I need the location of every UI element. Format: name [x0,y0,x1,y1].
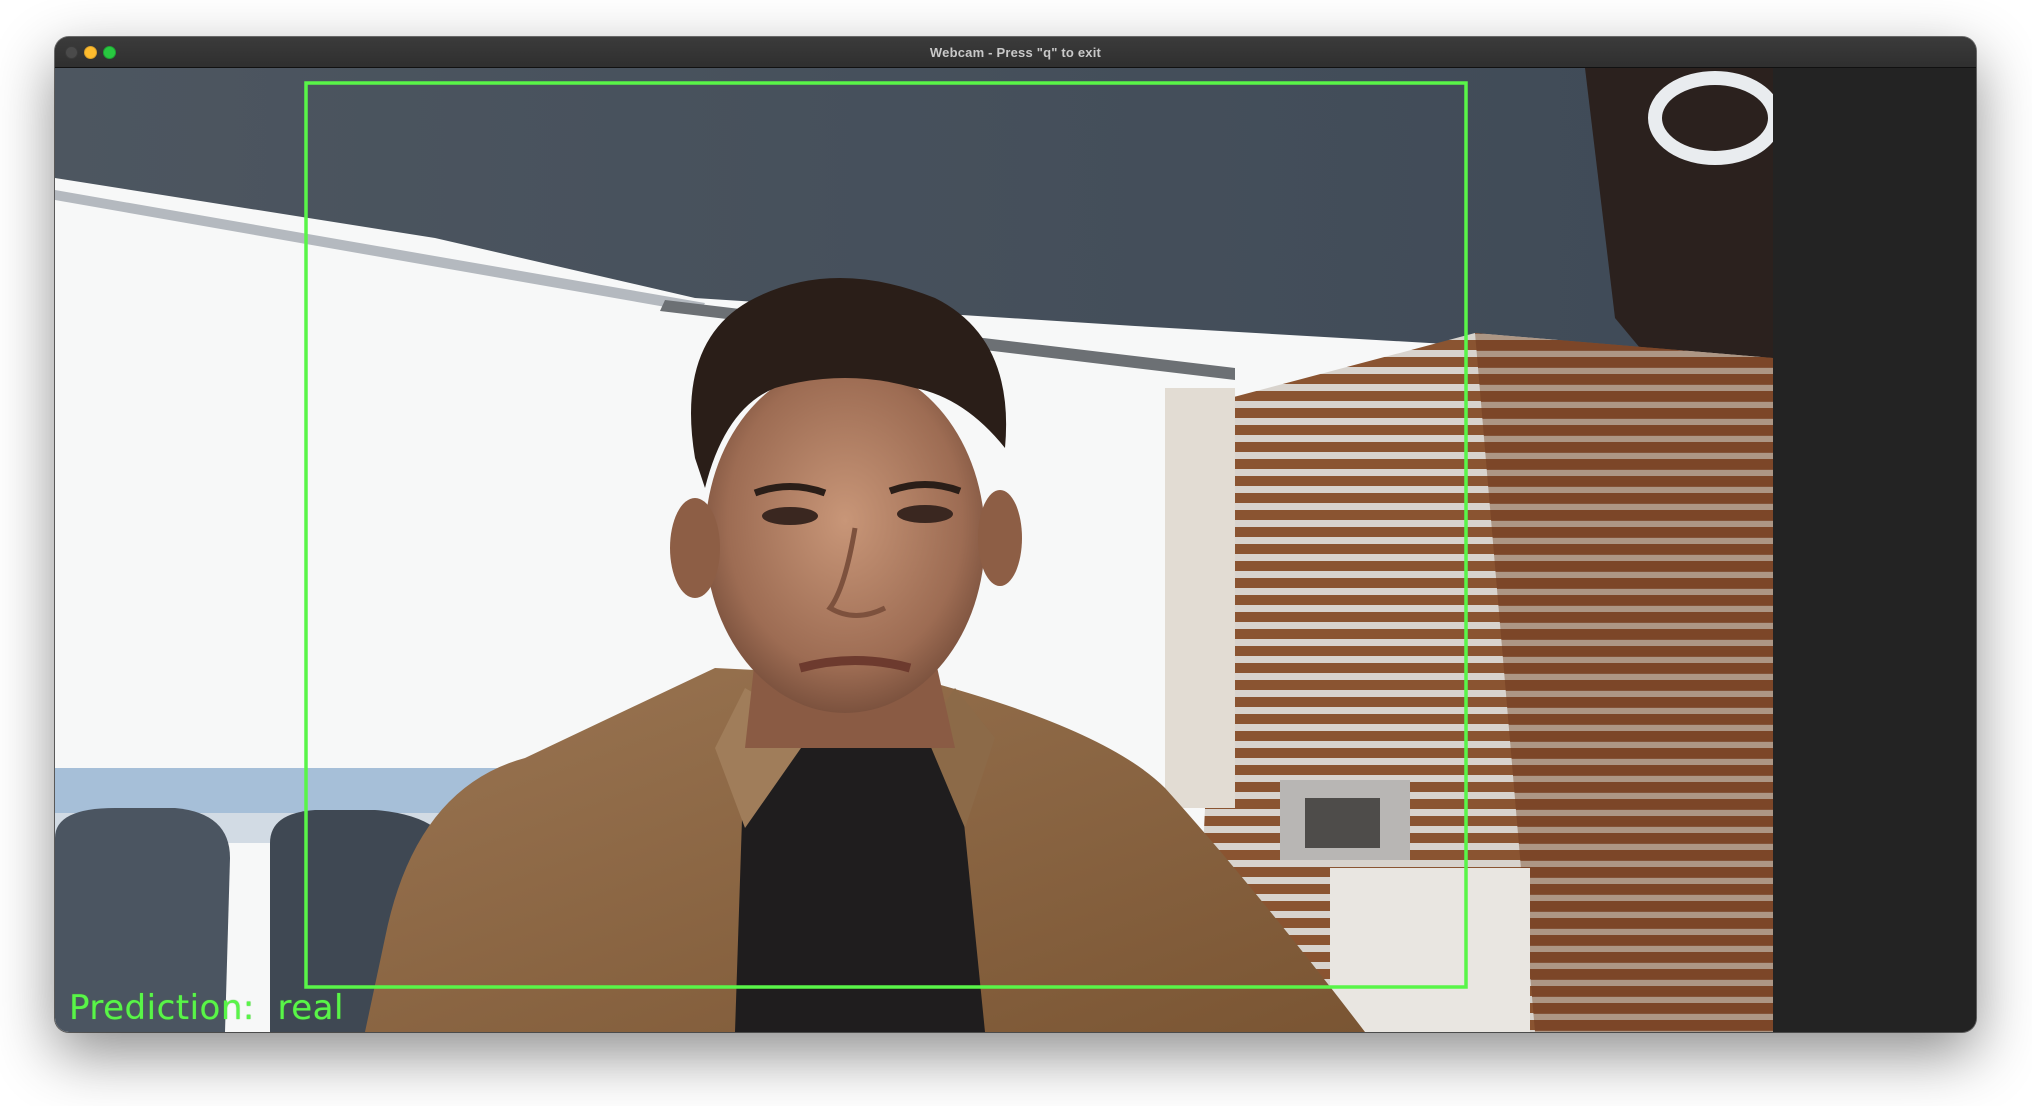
window-title: Webcam - Press "q" to exit [929,45,1102,60]
webcam-image [55,68,1773,1032]
webcam-window: Webcam - Press "q" to exit Prediction: r… [55,37,1976,1032]
prediction-label: Prediction: real [69,988,344,1028]
window-titlebar[interactable]: Webcam - Press "q" to exit [55,37,1976,68]
webcam-frame: Prediction: real [55,68,1773,1032]
window-empty-area [1773,68,1976,1032]
